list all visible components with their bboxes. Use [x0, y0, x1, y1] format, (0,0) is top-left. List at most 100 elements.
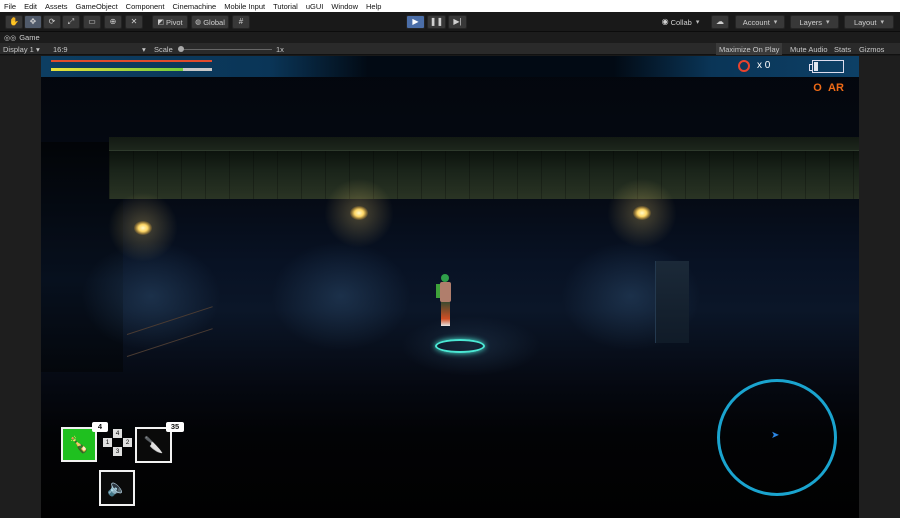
- aspect-dropdown[interactable]: 16:9: [53, 45, 68, 54]
- menu-bar: File Edit Assets GameObject Component Ci…: [0, 0, 900, 12]
- game-tab[interactable]: ◎◎ Game: [4, 33, 40, 42]
- bottle-slot[interactable]: 🍾: [61, 427, 97, 462]
- ar-button[interactable]: AR: [828, 82, 858, 95]
- move-icon: ✥: [29, 17, 37, 26]
- player-character: [435, 272, 455, 334]
- cloud-button[interactable]: ☁: [711, 15, 729, 29]
- scale-icon: ⤢: [67, 17, 75, 26]
- ceiling-lamp: [633, 206, 651, 220]
- transform-icon: ⊕: [109, 17, 117, 26]
- o-button[interactable]: O: [811, 82, 824, 95]
- viewport-margin-right: [859, 56, 900, 518]
- slot-number-3[interactable]: 3: [113, 447, 122, 456]
- slot-number-4[interactable]: 4: [113, 429, 122, 438]
- menu-gameobject[interactable]: GameObject: [76, 2, 118, 11]
- menu-window[interactable]: Window: [331, 2, 358, 11]
- battery-icon: [809, 60, 844, 73]
- menu-edit[interactable]: Edit: [24, 2, 37, 11]
- slot-number-2[interactable]: 2: [123, 438, 132, 447]
- bottle-count-badge: 4: [92, 422, 108, 432]
- maximize-on-play-toggle[interactable]: Maximize On Play: [716, 43, 783, 55]
- game-viewport[interactable]: x 0 O AR 🍾 4 4 1 2 3 🔪 35 🔈 ➤: [41, 56, 859, 518]
- custom-tool-icon: ✕: [130, 17, 138, 26]
- scale-slider-handle[interactable]: [178, 46, 184, 52]
- stamina-bar: [51, 68, 184, 71]
- move-tool-button[interactable]: ✥: [24, 15, 42, 29]
- collab-dropdown[interactable]: ◉ Collab: [657, 15, 704, 29]
- cloud-icon: ☁: [716, 17, 724, 26]
- main-toolbar: ✋ ✥ ⟳ ⤢ ▭ ⊕ ✕ ◩ Pivot ◍ Global # ▶ ❚❚ ▶|…: [0, 12, 900, 32]
- ceiling-beam: [109, 137, 859, 151]
- scale-label: Scale: [154, 45, 173, 54]
- play-button[interactable]: ▶: [406, 15, 425, 29]
- scale-tool-button[interactable]: ⤢: [62, 15, 80, 29]
- pause-button[interactable]: ❚❚: [427, 15, 446, 29]
- ceiling-lamp: [350, 206, 368, 220]
- menu-cinemachine[interactable]: Cinemachine: [172, 2, 216, 11]
- global-toggle[interactable]: ◍ Global: [191, 15, 229, 29]
- layout-label: Layout: [853, 17, 877, 27]
- scale-value: 1x: [276, 45, 284, 54]
- global-label: Global: [203, 17, 225, 27]
- play-icon: ▶: [412, 17, 419, 26]
- layers-dropdown[interactable]: Layers: [790, 15, 839, 29]
- health-bar: [51, 60, 212, 62]
- rotate-tool-button[interactable]: ⟳: [43, 15, 61, 29]
- joystick-arrow-icon: ➤: [771, 430, 780, 441]
- sound-toggle-button[interactable]: 🔈: [99, 470, 135, 506]
- bottle-icon: 🍾: [69, 436, 89, 454]
- pause-icon: ❚❚: [429, 17, 444, 26]
- ring-icon: [738, 60, 750, 72]
- custom-tool-button[interactable]: ✕: [125, 15, 143, 29]
- menu-file[interactable]: File: [4, 2, 16, 11]
- ring-count: x 0: [757, 60, 771, 71]
- slot-number-1[interactable]: 1: [103, 438, 112, 447]
- mute-audio-toggle[interactable]: Mute Audio: [787, 43, 831, 55]
- game-tab-label: Game: [19, 33, 40, 42]
- game-controller-icon: ◎◎: [4, 35, 17, 42]
- menu-mobile-input[interactable]: Mobile Input: [224, 2, 265, 11]
- stats-toggle[interactable]: Stats: [831, 43, 854, 55]
- grid-snap-button[interactable]: #: [232, 15, 250, 29]
- doorway: [655, 261, 689, 343]
- gizmos-toggle[interactable]: Gizmos: [856, 43, 887, 55]
- display-label: Display 1: [3, 45, 34, 54]
- knife-slot[interactable]: 🔪: [135, 427, 172, 463]
- knife-count-badge: 35: [166, 422, 184, 432]
- account-label: Account: [742, 17, 770, 27]
- menu-ugui[interactable]: uGUI: [306, 2, 324, 11]
- menu-tutorial[interactable]: Tutorial: [273, 2, 298, 11]
- pivot-icon: ◩: [157, 18, 164, 26]
- wall-light-spot: [271, 241, 411, 351]
- collab-icon: ◉: [661, 17, 669, 26]
- player-glow-ring: [435, 339, 485, 353]
- transform-tool-button[interactable]: ⊕: [104, 15, 122, 29]
- hand-tool-button[interactable]: ✋: [5, 15, 23, 29]
- player-head: [441, 274, 449, 282]
- pivot-toggle[interactable]: ◩ Pivot: [152, 15, 188, 29]
- menu-component[interactable]: Component: [126, 2, 165, 11]
- step-button[interactable]: ▶|: [448, 15, 467, 29]
- player-body: [440, 282, 451, 302]
- scale-slider-track[interactable]: [178, 49, 272, 50]
- hand-icon: ✋: [9, 17, 19, 26]
- speaker-icon: 🔈: [107, 480, 127, 497]
- aspect-label: 16:9: [53, 45, 68, 54]
- rotate-icon: ⟳: [48, 17, 56, 26]
- rect-icon: ▭: [88, 17, 96, 26]
- display-dropdown[interactable]: Display 1 ▾: [3, 45, 40, 54]
- rect-tool-button[interactable]: ▭: [83, 15, 101, 29]
- player-legs: [441, 302, 450, 326]
- pivot-label: Pivot: [165, 17, 183, 27]
- viewport-margin-left: [0, 56, 41, 518]
- aspect-chevron-icon[interactable]: ▾: [142, 45, 146, 54]
- ceiling-lamp: [134, 221, 152, 235]
- step-icon: ▶|: [453, 17, 462, 26]
- account-dropdown[interactable]: Account: [735, 15, 785, 29]
- stamina-bar-track: [51, 68, 212, 71]
- layout-dropdown[interactable]: Layout: [844, 15, 894, 29]
- layers-label: Layers: [799, 17, 822, 27]
- menu-assets[interactable]: Assets: [45, 2, 68, 11]
- menu-help[interactable]: Help: [366, 2, 381, 11]
- global-icon: ◍: [195, 18, 202, 26]
